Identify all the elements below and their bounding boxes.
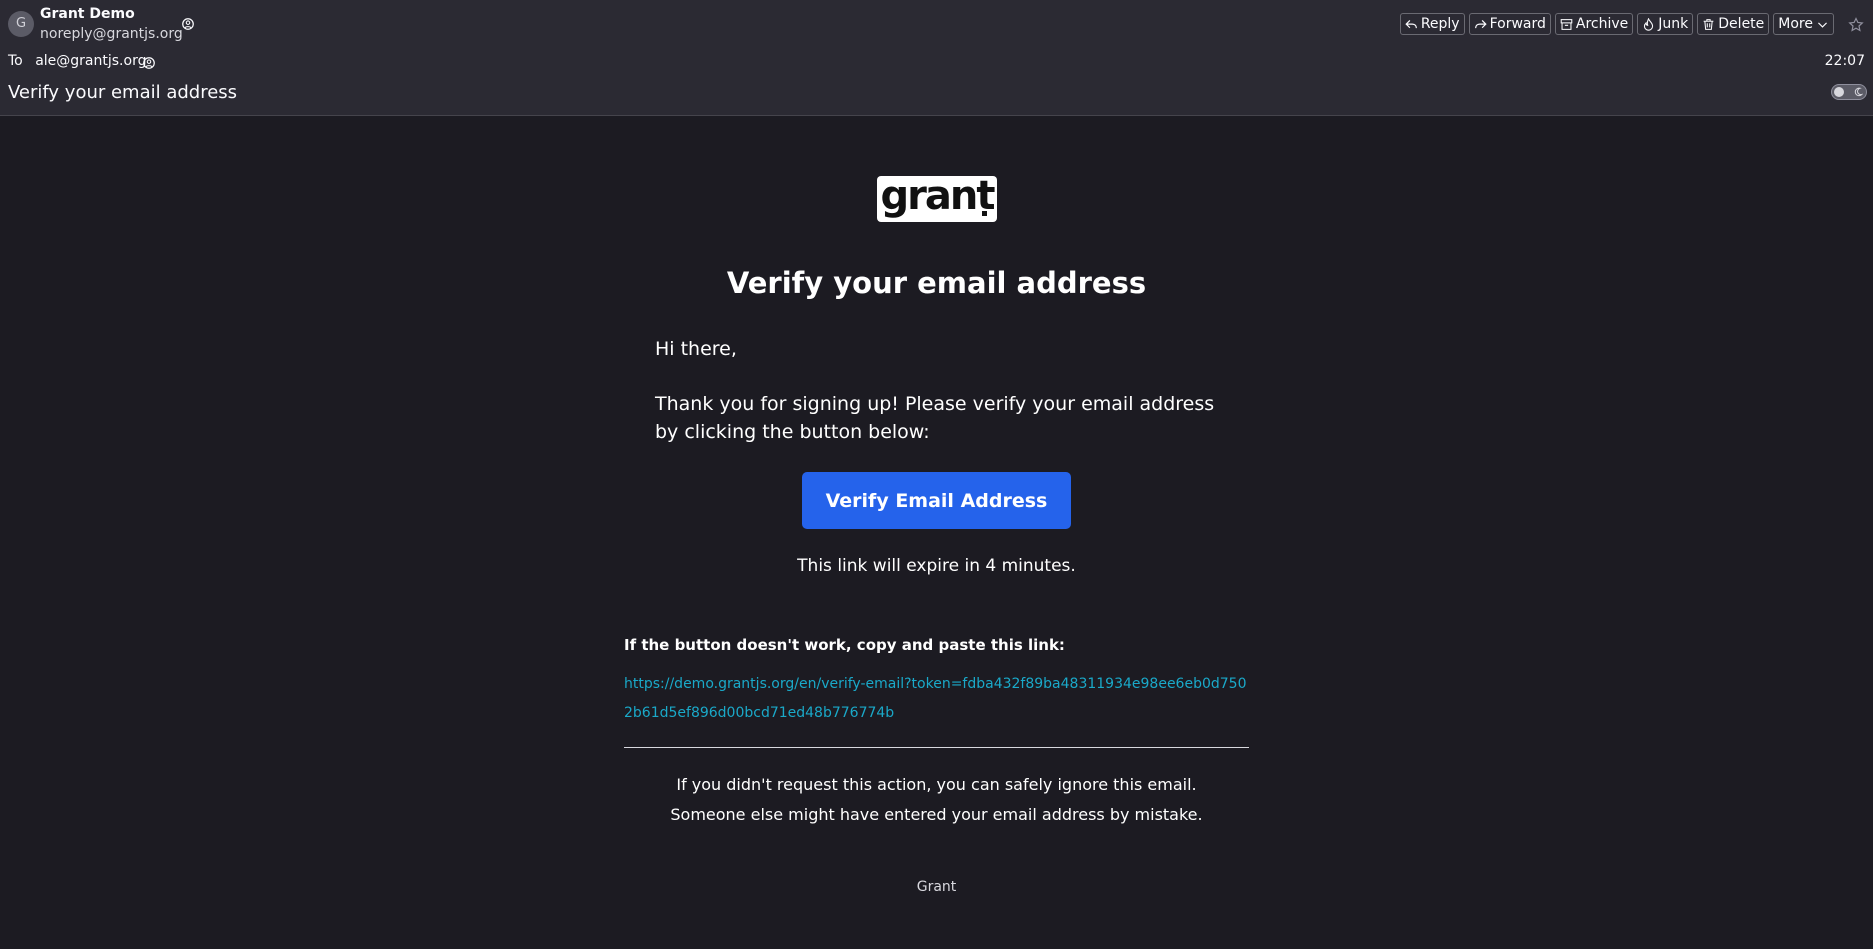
trash-icon [1703, 18, 1714, 30]
reply-label: Reply [1420, 16, 1460, 32]
forward-button[interactable]: Forward [1468, 13, 1551, 35]
more-button[interactable]: More [1773, 13, 1834, 35]
forward-label: Forward [1489, 16, 1546, 32]
message-body: grant Verify your email address Hi there… [0, 116, 1873, 949]
archive-button[interactable]: Archive [1554, 13, 1634, 35]
toggle-knob [1834, 87, 1844, 97]
forward-icon [1474, 19, 1487, 28]
message-toolbar: Reply Forward Archive Junk Delete More [1399, 13, 1834, 35]
email-title: Verify your email address [726, 266, 1147, 300]
logo-text: grant [880, 173, 996, 219]
footer-line-1: If you didn't request this action, you c… [676, 775, 1197, 794]
junk-flame-icon [1644, 17, 1654, 31]
logo-dot [982, 211, 987, 216]
star-icon[interactable] [1848, 17, 1864, 33]
delete-label: Delete [1718, 16, 1765, 32]
message-subject: Verify your email address [8, 82, 238, 103]
sender-avatar[interactable]: G [8, 11, 34, 37]
archive-label: Archive [1575, 16, 1629, 32]
more-label: More [1778, 16, 1813, 32]
delete-button[interactable]: Delete [1697, 13, 1770, 35]
footer-line-2: Someone else might have entered your ema… [670, 805, 1203, 824]
verify-email-button[interactable]: Verify Email Address [802, 472, 1071, 529]
intro-paragraph: Thank you for signing up! Please verify … [655, 393, 1215, 443]
chevron-down-icon [1818, 21, 1827, 28]
message-header: G Grant Demo noreply@grantjs.org To ale@… [0, 0, 1873, 116]
junk-button[interactable]: Junk [1637, 13, 1694, 35]
grant-logo: grant [877, 176, 997, 222]
recipient-row: To ale@grantjs.org [8, 53, 146, 69]
fallback-label: If the button doesn't work, copy and pas… [624, 636, 1065, 654]
greeting: Hi there, [655, 338, 737, 360]
divider [624, 747, 1249, 748]
reply-button[interactable]: Reply [1399, 13, 1465, 35]
to-label: To [8, 53, 23, 69]
archive-icon [1560, 18, 1573, 30]
add-contact-icon[interactable] [181, 17, 195, 31]
verification-link[interactable]: https://demo.grantjs.org/en/verify-email… [624, 670, 1252, 728]
message-time: 22:07 [1824, 53, 1865, 69]
junk-label: Junk [1658, 16, 1689, 32]
add-contact-icon[interactable] [142, 56, 156, 70]
recipient-address[interactable]: ale@grantjs.org [35, 53, 146, 69]
sender-email[interactable]: noreply@grantjs.org [40, 26, 183, 42]
expiry-note: This link will expire in 4 minutes. [797, 556, 1076, 576]
sender-name[interactable]: Grant Demo [40, 6, 135, 22]
moon-icon [1854, 87, 1863, 97]
signature: Grant [916, 879, 957, 895]
dark-mode-toggle[interactable] [1831, 84, 1867, 100]
reply-icon [1405, 19, 1417, 28]
